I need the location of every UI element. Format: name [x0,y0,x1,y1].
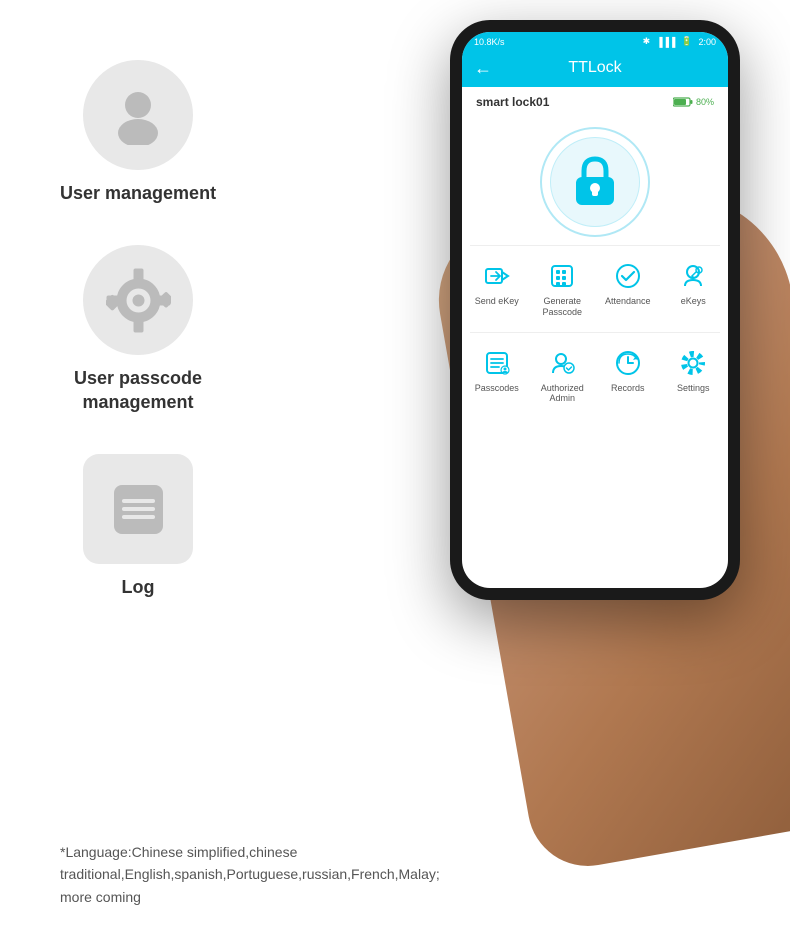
attendance-icon [612,260,644,292]
send-ekey-label: Send eKey [475,296,519,307]
feature-log: Log [83,454,193,599]
generate-passcode-label: GeneratePasscode [542,296,582,318]
app-grid-row1: Send eKey Generate [462,246,728,332]
user-management-label: User management [60,182,216,205]
generate-passcode-icon [546,260,578,292]
feature-passcode-management: User passcodemanagement [74,245,202,414]
signal-bars-icon: ▐▐▐ [656,37,675,47]
phone-screen: 10.8K/s ✱ ▐▐▐ 🔋 2:00 ← TTLock smart lock… [462,32,728,588]
lock-circle-area[interactable] [462,117,728,245]
battery-percent: 80% [696,97,714,107]
app-header: ← TTLock [462,51,728,87]
log-icon [106,477,171,542]
user-management-icon-bg [83,60,193,170]
ekeys-icon [677,260,709,292]
records-icon [612,347,644,379]
settings-icon [677,347,709,379]
back-button[interactable]: ← [474,58,492,79]
gear-icon [106,268,171,333]
authorized-admin-icon [546,347,578,379]
app-title: TTLock [568,59,621,77]
ekeys-button[interactable]: eKeys [663,254,725,324]
records-label: Records [611,383,645,394]
app-grid-row2: Passcodes AuthorizedAdmin [462,333,728,419]
status-bar: 10.8K/s ✱ ▐▐▐ 🔋 2:00 [462,32,728,51]
gear-icon-bg [83,245,193,355]
passcode-management-label: User passcodemanagement [74,367,202,414]
person-icon [108,85,168,145]
feature-user-management: User management [60,60,216,205]
settings-button[interactable]: Settings [663,341,725,411]
log-label: Log [122,576,155,599]
features-panel: User management [60,60,216,600]
lock-outer-ring [540,127,650,237]
records-button[interactable]: Records [597,341,659,411]
lock-inner-ring [550,137,640,227]
lock-name: smart lock01 [476,95,549,109]
settings-label: Settings [677,383,710,394]
send-ekey-button[interactable]: Send eKey [466,254,528,324]
authorized-admin-button[interactable]: AuthorizedAdmin [532,341,594,411]
phone-frame: 10.8K/s ✱ ▐▐▐ 🔋 2:00 ← TTLock smart lock… [450,20,740,600]
language-note: *Language:Chinese simplified,chinese tra… [60,841,370,908]
time-display: 2:00 [698,37,716,47]
authorized-admin-label: AuthorizedAdmin [541,383,584,405]
lock-name-row: smart lock01 80% [462,87,728,117]
battery-icon: 🔋 [681,36,692,47]
passcodes-icon [481,347,513,379]
log-icon-bg [83,454,193,564]
language-note-text: *Language:Chinese simplified,chinese tra… [60,844,440,905]
passcodes-button[interactable]: Passcodes [466,341,528,411]
signal-text: 10.8K/s [474,37,505,47]
bluetooth-icon: ✱ [643,36,651,47]
generate-passcode-button[interactable]: GeneratePasscode [532,254,594,324]
battery-indicator: 80% [673,97,714,107]
attendance-label: Attendance [605,296,651,307]
send-ekey-icon [481,260,513,292]
ekeys-label: eKeys [681,296,706,307]
battery-bar-icon [673,97,693,107]
attendance-button[interactable]: Attendance [597,254,659,324]
lock-icon [570,155,620,210]
passcodes-label: Passcodes [475,383,519,394]
